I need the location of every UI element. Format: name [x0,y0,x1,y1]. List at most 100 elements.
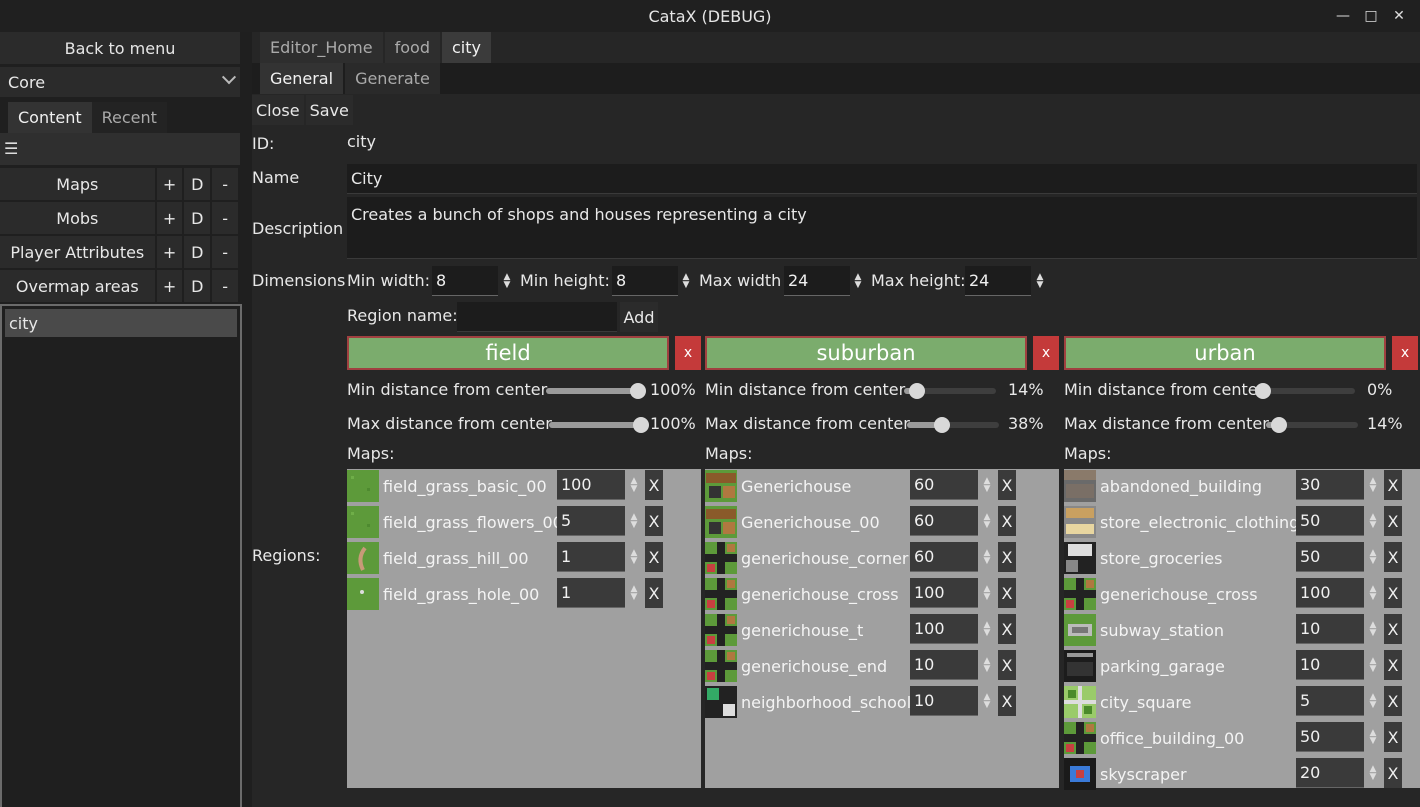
category-button[interactable]: Maps [0,168,155,200]
menu-icon[interactable]: ☰ [4,139,18,158]
remove-map-button[interactable]: X [998,506,1016,536]
close-icon[interactable]: ✕ [1390,6,1408,26]
add-button[interactable]: + [156,236,183,268]
duplicate-button[interactable]: D [184,270,211,302]
weight-stepper[interactable]: ▲ ▼ [1366,506,1380,536]
add-button[interactable]: + [156,202,183,234]
remove-button[interactable]: - [212,202,239,234]
remove-map-button[interactable]: X [645,578,663,608]
remove-map-button[interactable]: X [1384,650,1402,680]
tab-general[interactable]: General [260,63,344,94]
weight-input[interactable]: 100 [557,470,625,500]
description-field[interactable]: Creates a bunch of shops and houses repr… [347,197,1417,259]
remove-button[interactable]: - [212,168,239,200]
weight-input[interactable]: 50 [1296,542,1364,572]
remove-map-button[interactable]: X [998,686,1016,716]
add-button[interactable]: + [156,270,183,302]
remove-map-button[interactable]: X [1384,722,1402,752]
max-distance-slider[interactable] [907,417,999,433]
min-height-stepper[interactable]: ▲ ▼ [679,266,693,296]
slider-handle[interactable] [933,417,950,433]
remove-map-button[interactable]: X [1384,506,1402,536]
tab-recent[interactable]: Recent [91,102,167,133]
remove-map-button[interactable]: X [645,542,663,572]
weight-input[interactable]: 100 [1296,578,1364,608]
add-region-button[interactable]: Add [620,302,658,332]
weight-input[interactable]: 1 [557,542,625,572]
weight-input[interactable]: 10 [1296,650,1364,680]
weight-stepper[interactable]: ▲ ▼ [627,506,641,536]
weight-input[interactable]: 1 [557,578,625,608]
slider-handle[interactable] [1255,383,1271,399]
back-to-menu-button[interactable]: Back to menu [0,32,240,64]
max-height-stepper[interactable]: ▲ ▼ [1033,266,1047,296]
min-distance-slider[interactable] [904,383,996,399]
weight-stepper[interactable]: ▲ ▼ [1366,470,1380,500]
tab-editor-home[interactable]: Editor_Home [260,32,383,63]
minimize-icon[interactable]: — [1334,6,1352,26]
duplicate-button[interactable]: D [184,202,211,234]
add-button[interactable]: + [156,168,183,200]
min-width-stepper[interactable]: ▲ ▼ [500,266,514,296]
weight-stepper[interactable]: ▲ ▼ [627,470,641,500]
weight-input[interactable]: 10 [910,686,978,716]
max-height-input[interactable]: 24 [965,266,1031,296]
remove-region-button[interactable]: x [1033,336,1059,370]
max-distance-slider[interactable] [549,417,649,433]
list-item[interactable]: city [5,309,237,337]
remove-region-button[interactable]: x [1392,336,1418,370]
tab-food[interactable]: food [384,32,440,63]
remove-region-button[interactable]: x [675,336,701,370]
weight-stepper[interactable]: ▲ ▼ [980,506,994,536]
min-width-input[interactable]: 8 [432,266,498,296]
remove-map-button[interactable]: X [998,470,1016,500]
weight-stepper[interactable]: ▲ ▼ [980,542,994,572]
remove-map-button[interactable]: X [645,506,663,536]
min-distance-slider[interactable] [1255,383,1355,399]
duplicate-button[interactable]: D [184,168,211,200]
weight-stepper[interactable]: ▲ ▼ [627,542,641,572]
remove-button[interactable]: - [212,270,239,302]
weight-input[interactable]: 60 [910,470,978,500]
remove-map-button[interactable]: X [1384,470,1402,500]
max-width-input[interactable]: 24 [784,266,850,296]
weight-input[interactable]: 10 [1296,614,1364,644]
weight-input[interactable]: 100 [910,614,978,644]
weight-input[interactable]: 60 [910,542,978,572]
weight-input[interactable]: 100 [910,578,978,608]
remove-map-button[interactable]: X [998,614,1016,644]
save-button[interactable]: Save [305,95,353,125]
region-name-input[interactable] [457,302,617,332]
weight-input[interactable]: 5 [557,506,625,536]
weight-stepper[interactable]: ▲ ▼ [1366,758,1380,788]
remove-map-button[interactable]: X [645,470,663,500]
weight-input[interactable]: 50 [1296,506,1364,536]
slider-handle[interactable] [630,383,646,399]
category-button[interactable]: Overmap areas [0,270,155,302]
remove-map-button[interactable]: X [998,650,1016,680]
slider-handle[interactable] [633,417,649,433]
mod-select[interactable]: Core [0,67,240,97]
weight-stepper[interactable]: ▲ ▼ [1366,686,1380,716]
remove-map-button[interactable]: X [1384,614,1402,644]
remove-map-button[interactable]: X [1384,758,1402,788]
remove-map-button[interactable]: X [998,578,1016,608]
weight-stepper[interactable]: ▲ ▼ [1366,722,1380,752]
weight-input[interactable]: 50 [1296,722,1364,752]
weight-input[interactable]: 60 [910,506,978,536]
tab-generate[interactable]: Generate [345,63,440,94]
weight-stepper[interactable]: ▲ ▼ [627,578,641,608]
category-button[interactable]: Mobs [0,202,155,234]
remove-map-button[interactable]: X [998,542,1016,572]
tab-city[interactable]: city [441,32,491,63]
category-button[interactable]: Player Attributes [0,236,155,268]
tab-content[interactable]: Content [8,102,92,133]
remove-map-button[interactable]: X [1384,578,1402,608]
weight-stepper[interactable]: ▲ ▼ [980,614,994,644]
weight-input[interactable]: 10 [910,650,978,680]
duplicate-button[interactable]: D [184,236,211,268]
remove-map-button[interactable]: X [1384,542,1402,572]
min-distance-slider[interactable] [546,383,646,399]
weight-stepper[interactable]: ▲ ▼ [1366,614,1380,644]
weight-input[interactable]: 20 [1296,758,1364,788]
